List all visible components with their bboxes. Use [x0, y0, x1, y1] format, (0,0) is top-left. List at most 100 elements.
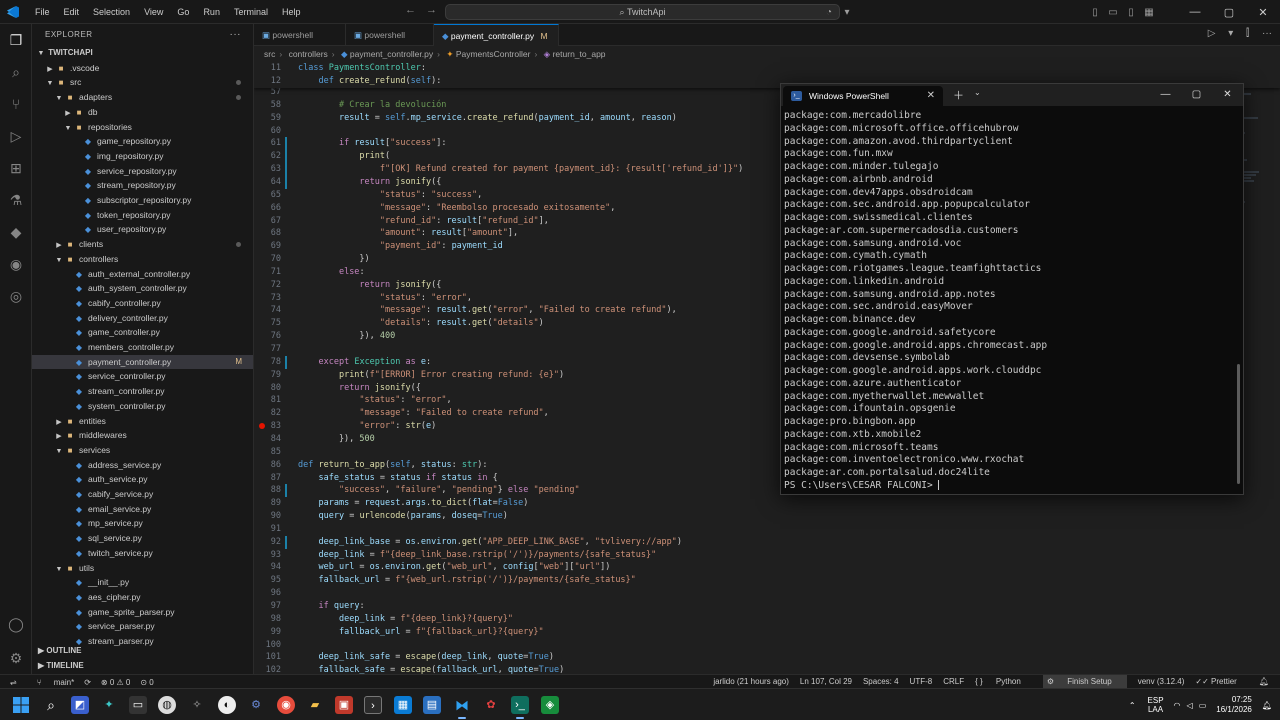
battery-icon[interactable]: ▭ — [1199, 701, 1207, 710]
notifications-bell-icon[interactable]: 🔔︎ — [1259, 675, 1269, 689]
git-blame[interactable]: jarlido (21 hours ago) — [713, 675, 789, 689]
tree-folder[interactable]: ▶ ■ db — [32, 105, 253, 120]
workspace-root[interactable]: ▼ TWITCHAPI — [32, 46, 253, 61]
terminal-prompt[interactable]: PS C:\Users\CESAR FALCONI> — [784, 480, 1234, 493]
source-control-icon[interactable]: ⑂ — [6, 94, 26, 114]
cmd-icon[interactable]: › — [364, 696, 382, 714]
outline-section[interactable]: ▶ OUTLINE — [32, 644, 253, 658]
tree-file[interactable]: ◆ __init__.py — [32, 575, 253, 590]
manage-gear-icon[interactable]: ⚙ — [6, 648, 26, 668]
tree-file[interactable]: ◆ stream_repository.py — [32, 178, 253, 193]
command-center[interactable]: ⌕ TwitchApi — [445, 4, 840, 20]
powershell-output[interactable]: package:com.mercadolibre package:com.micr… — [784, 110, 1234, 494]
toggle-sidebar-icon[interactable]: ▯ — [1086, 7, 1104, 18]
tree-file[interactable]: ◆ mp_service.py — [32, 516, 253, 531]
wifi-icon[interactable]: ◠ — [1174, 701, 1181, 710]
tree-file[interactable]: ◆ service_parser.py — [32, 619, 253, 634]
menu-file[interactable]: File — [28, 0, 57, 24]
menu-run[interactable]: Run — [196, 0, 227, 24]
terminal-app-icon[interactable]: ▭ — [129, 696, 147, 714]
tree-folder[interactable]: ▶ ■ entities — [32, 414, 253, 429]
problems-indicator[interactable]: ⊗ 0 ⚠ 0 — [101, 678, 130, 687]
tree-folder[interactable]: ▼ ■ src — [32, 75, 253, 90]
menu-help[interactable]: Help — [275, 0, 308, 24]
tree-file[interactable]: ◆ twitch_service.py — [32, 546, 253, 561]
tree-file[interactable]: ◆ email_service.py — [32, 502, 253, 517]
tree-file[interactable]: ◆ stream_controller.py — [32, 384, 253, 399]
remote-explorer-icon[interactable]: ◉ — [6, 254, 26, 274]
run-debug-icon[interactable]: ▷ — [6, 126, 26, 146]
end-of-line[interactable]: CRLF — [943, 675, 964, 689]
tree-folder[interactable]: ▶ ■ clients — [32, 237, 253, 252]
file-explorer-icon[interactable]: ▰ — [306, 696, 324, 714]
tree-file[interactable]: ◆ auth_service.py — [32, 472, 253, 487]
search-icon[interactable]: ⌕ — [42, 696, 60, 714]
tree-file[interactable]: ◆ address_service.py — [32, 458, 253, 473]
minimize-icon[interactable]: — — [1178, 6, 1212, 19]
copilot-app-icon[interactable]: ✦ — [100, 696, 118, 714]
notepad-icon[interactable]: ▤ — [423, 696, 441, 714]
account-icon[interactable]: ◯ — [6, 614, 26, 634]
vscode-taskbar-icon[interactable]: ⧓ — [453, 696, 471, 719]
tree-file[interactable]: ◆ service_controller.py — [32, 369, 253, 384]
tree-file[interactable]: ◆ auth_system_controller.py — [32, 281, 253, 296]
python-interpreter[interactable]: venv (3.12.4) — [1138, 675, 1185, 689]
search-icon[interactable]: ⌕ — [6, 62, 26, 82]
tree-folder[interactable]: ▼ ■ repositories — [32, 120, 253, 135]
encoding[interactable]: UTF-8 — [910, 675, 933, 689]
windows-terminal-icon[interactable]: ›_ — [511, 696, 529, 719]
sync-icon[interactable]: ⟳ — [84, 678, 91, 687]
tree-file[interactable]: ◆ cabify_service.py — [32, 487, 253, 502]
menu-terminal[interactable]: Terminal — [227, 0, 275, 24]
clock[interactable]: 07:25 16/1/2026 — [1216, 695, 1252, 715]
app-icon[interactable]: ◩ — [71, 696, 89, 714]
tree-folder[interactable]: ▶ ■ middlewares — [32, 428, 253, 443]
scrollbar[interactable] — [1237, 364, 1240, 484]
tree-file[interactable]: ◆ payment_controller.py M — [32, 354, 253, 370]
chevron-down-icon[interactable]: ⌄ — [974, 88, 981, 97]
forward-arrow-icon[interactable]: → — [426, 4, 437, 16]
chevron-down-icon[interactable]: ▾ — [1228, 28, 1233, 39]
breadcrumb-item[interactable]: src — [264, 49, 275, 59]
explorer-icon[interactable]: ❐ — [6, 30, 26, 50]
prettier-indicator[interactable]: ✓✓ Prettier — [1195, 675, 1247, 689]
maximize-icon[interactable]: ▢ — [1212, 6, 1246, 19]
run-file-icon[interactable]: ▷ — [1208, 28, 1216, 39]
remote-indicator-icon[interactable]: ⇌ — [10, 678, 17, 687]
github-desktop-icon[interactable]: ◐ — [218, 696, 236, 714]
tree-file[interactable]: ◆ subscriptor_repository.py — [32, 193, 253, 208]
breadcrumb-item[interactable]: return_to_app — [553, 49, 606, 59]
tab-payment-controller[interactable]: ◆ payment_controller.py M ✕ — [434, 24, 559, 63]
ports-indicator[interactable]: ⊙ 0 — [140, 678, 153, 687]
dev-tool-icon[interactable]: ✿ — [482, 696, 500, 714]
minimize-icon[interactable]: — — [1150, 84, 1181, 106]
tree-file[interactable]: ◆ game_repository.py — [32, 134, 253, 149]
tree-folder[interactable]: ▼ ■ utils — [32, 561, 253, 576]
tree-folder[interactable]: ▶ ■ .vscode — [32, 61, 253, 76]
toggle-panel-icon[interactable]: ▭ — [1104, 7, 1122, 18]
menu-view[interactable]: View — [137, 0, 170, 24]
breadcrumb-item[interactable]: controllers — [289, 49, 328, 59]
menu-edit[interactable]: Edit — [57, 0, 87, 24]
toggle-secondary-sidebar-icon[interactable]: ▯ — [1122, 7, 1140, 18]
branch-indicator[interactable]: ⑂ main* — [27, 678, 75, 687]
tree-file[interactable]: ◆ cabify_controller.py — [32, 296, 253, 311]
tree-file[interactable]: ◆ token_repository.py — [32, 208, 253, 223]
tree-file[interactable]: ◆ user_repository.py — [32, 222, 253, 237]
testing-icon[interactable]: ⚗ — [6, 190, 26, 210]
new-tab-icon[interactable]: ＋ — [953, 87, 964, 103]
tree-file[interactable]: ◆ aes_cipher.py — [32, 590, 253, 605]
breadcrumb-item[interactable]: payment_controller.py — [350, 49, 433, 59]
chevron-down-icon[interactable]: ▾ — [838, 7, 856, 18]
extensions-icon[interactable]: ⊞ — [6, 158, 26, 178]
tree-file[interactable]: ◆ sql_service.py — [32, 531, 253, 546]
cursor-position[interactable]: Ln 107, Col 29 — [800, 675, 852, 689]
more-actions-icon[interactable]: ··· — [230, 24, 242, 46]
notification-bell-icon[interactable]: 🔔︎ — [1262, 701, 1272, 710]
calculator-icon[interactable]: ▦ — [394, 696, 412, 714]
close-icon[interactable]: ✕ — [1212, 84, 1243, 106]
split-editor-icon[interactable]: ⫿ — [1246, 28, 1249, 39]
tree-file[interactable]: ◆ service_repository.py — [32, 164, 253, 179]
tree-file[interactable]: ◆ members_controller.py — [32, 340, 253, 355]
breadcrumb-item[interactable]: PaymentsController — [456, 49, 531, 59]
